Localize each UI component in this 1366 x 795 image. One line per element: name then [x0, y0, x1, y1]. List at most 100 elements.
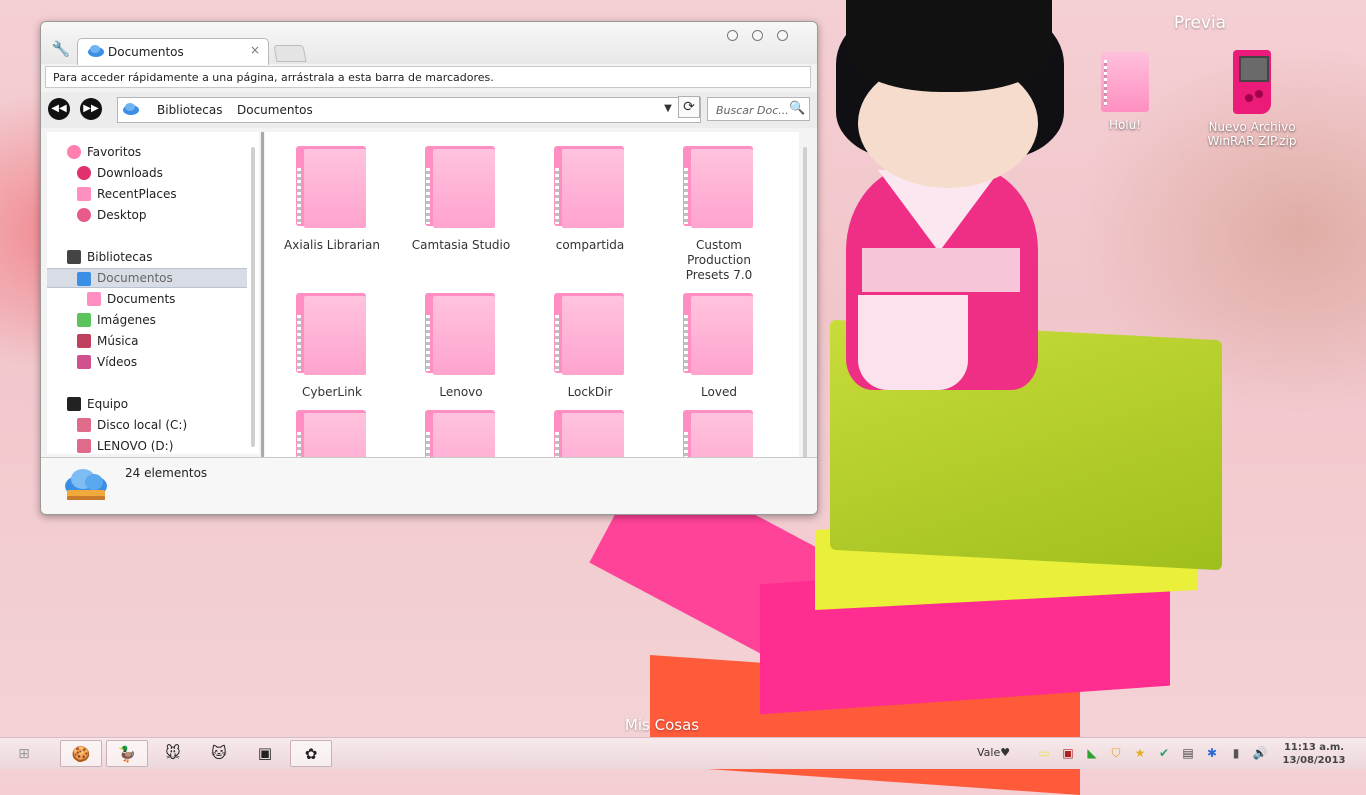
- pink-folder-icon: [296, 293, 368, 375]
- desktop-icon-label: Nuevo Archivo WinRAR ZIP.zip: [1207, 120, 1297, 148]
- sidebar-item-downloads[interactable]: Downloads: [47, 163, 247, 183]
- sidebar-item-v-deos[interactable]: Vídeos: [47, 352, 247, 372]
- folder-item[interactable]: Lenovo: [411, 293, 511, 400]
- sidebar-item-label: Downloads: [97, 166, 163, 180]
- cat-icon: 🐱: [211, 744, 227, 762]
- folder-item[interactable]: Loved: [669, 293, 769, 400]
- drive-icon: [77, 418, 91, 432]
- maximize-button[interactable]: [752, 30, 763, 41]
- sidebar-item-bibliotecas[interactable]: Bibliotecas: [47, 247, 247, 267]
- antivirus-icon[interactable]: ◣: [1084, 745, 1100, 761]
- libraries-icon: [67, 250, 81, 264]
- sidebar-item-recentplaces[interactable]: RecentPlaces: [47, 184, 247, 204]
- close-window-button[interactable]: [777, 30, 788, 41]
- cloud-icon: [77, 272, 91, 286]
- search-input[interactable]: [708, 98, 796, 122]
- folder-item[interactable]: Camtasia Studio: [411, 146, 511, 253]
- minimize-button[interactable]: [727, 30, 738, 41]
- file-list: Axialis Librarian Camtasia Studio comparti…: [265, 132, 799, 457]
- star-icon[interactable]: ★: [1132, 745, 1148, 761]
- folder-name-line: CyberLink: [302, 385, 362, 399]
- desktop-icon: [77, 208, 91, 222]
- folder-item[interactable]: Custom Production Presets 7.0: [669, 146, 769, 283]
- taskbar-button-mickey[interactable]: 🐭: [152, 740, 194, 767]
- clipboard-icon[interactable]: ▤: [1180, 745, 1196, 761]
- cloud-icon: [88, 45, 104, 57]
- folder-item[interactable]: [282, 410, 382, 457]
- clock[interactable]: 11:13 a.m. 13/08/2013: [1282, 741, 1346, 767]
- tab-documentos[interactable]: Documentos ×: [77, 38, 269, 65]
- terminal-icon: ▣: [257, 744, 273, 762]
- volume-icon[interactable]: 🔊: [1252, 745, 1268, 761]
- sidebar-item-lenovo-d[interactable]: LENOVO (D:): [47, 436, 247, 454]
- sidebar-scrollbar[interactable]: [251, 147, 255, 447]
- sidebar-item-label: Documentos: [97, 271, 173, 285]
- sidebar-item-m-sica[interactable]: Música: [47, 331, 247, 351]
- forward-button[interactable]: ▶▶: [80, 98, 102, 120]
- images-icon: [77, 313, 91, 327]
- videos-icon: [77, 355, 91, 369]
- sidebar-item-documents[interactable]: Documents: [47, 289, 247, 309]
- vale-label[interactable]: Vale♥: [977, 746, 1010, 759]
- heart-icon: ♥: [1000, 746, 1011, 759]
- taskbar-button-terminal[interactable]: ▣: [244, 740, 286, 767]
- folder-item[interactable]: LockDir: [540, 293, 640, 400]
- taskbar-button-puzzle[interactable]: ✿: [290, 740, 332, 767]
- folder-name: compartida: [540, 238, 640, 253]
- folder-item[interactable]: [669, 410, 769, 457]
- bluetooth-icon[interactable]: ✱: [1204, 745, 1220, 761]
- wrench-icon[interactable]: 🔧: [51, 39, 71, 59]
- shield-icon[interactable]: ⛉: [1108, 745, 1124, 761]
- taskbar-button-duck[interactable]: 🦆: [106, 740, 148, 767]
- sidebar-item-favoritos[interactable]: Favoritos: [47, 142, 247, 162]
- folder-item[interactable]: Axialis Librarian: [282, 146, 382, 253]
- sidebar-item-disco-local-c[interactable]: Disco local (C:): [47, 415, 247, 435]
- sidebar-item-label: Favoritos: [87, 145, 142, 159]
- sidebar-item-documentos[interactable]: Documentos: [47, 268, 247, 288]
- content-scrollbar[interactable]: [803, 147, 807, 462]
- pane-divider[interactable]: [261, 132, 264, 457]
- chevron-down-icon[interactable]: ▼: [660, 103, 676, 117]
- bookmarks-bar: Para acceder rápidamente a una página, a…: [45, 66, 811, 88]
- desktop-icon-label: Holu!: [1108, 118, 1142, 132]
- sidebar-item-im-genes[interactable]: Imágenes: [47, 310, 247, 330]
- folder-item[interactable]: compartida: [540, 146, 640, 253]
- title-bar[interactable]: 🔧 Documentos ×: [41, 22, 817, 65]
- folder-item[interactable]: [540, 410, 640, 457]
- back-button[interactable]: ◀◀: [48, 98, 70, 120]
- close-icon[interactable]: ×: [248, 43, 262, 57]
- signal-icon[interactable]: ▮: [1228, 745, 1244, 761]
- pink-folder-icon: [683, 410, 755, 457]
- folder-name-line: Loved: [701, 385, 737, 399]
- breadcrumb-documentos[interactable]: Documentos: [237, 103, 313, 117]
- cloud-icon: [65, 469, 107, 500]
- start-icon[interactable]: ⊞: [15, 745, 33, 763]
- computer-icon: [67, 397, 81, 411]
- folder-name: Axialis Librarian: [282, 238, 382, 253]
- folder-item[interactable]: [411, 410, 511, 457]
- sidebar-item-desktop[interactable]: Desktop: [47, 205, 247, 225]
- new-tab-button[interactable]: [273, 45, 307, 62]
- folder-name: CyberLink: [282, 385, 382, 400]
- desktop-icon-holu[interactable]: Holu!: [1075, 52, 1175, 132]
- taskbar-button-cookie[interactable]: 🍪: [60, 740, 102, 767]
- sidebar-item-equipo[interactable]: Equipo: [47, 394, 247, 414]
- recent-places-icon: [77, 187, 91, 201]
- check-icon[interactable]: ✔: [1156, 745, 1172, 761]
- folder-name-line: LockDir: [567, 385, 613, 399]
- breadcrumb-bibliotecas[interactable]: Bibliotecas: [157, 103, 222, 117]
- folder-item[interactable]: CyberLink: [282, 293, 382, 400]
- taskbar-button-cat[interactable]: 🐱: [198, 740, 240, 767]
- search-box[interactable]: 🔍: [707, 97, 810, 122]
- search-icon[interactable]: 🔍: [789, 101, 805, 117]
- note-icon[interactable]: ▭: [1036, 745, 1052, 761]
- heart-icon: [67, 145, 81, 159]
- pink-folder-icon: [554, 410, 626, 457]
- refresh-button[interactable]: ⟳: [678, 96, 700, 118]
- sidebar-item-label: Disco local (C:): [97, 418, 188, 432]
- tab-label: Documentos: [108, 45, 184, 59]
- clock-date: 13/08/2013: [1282, 755, 1346, 766]
- network-icon[interactable]: ▣: [1060, 745, 1076, 761]
- desktop-icon-winrar-zip[interactable]: Nuevo Archivo WinRAR ZIP.zip: [1202, 50, 1302, 148]
- address-bar[interactable]: Bibliotecas Documentos ▼: [117, 97, 701, 123]
